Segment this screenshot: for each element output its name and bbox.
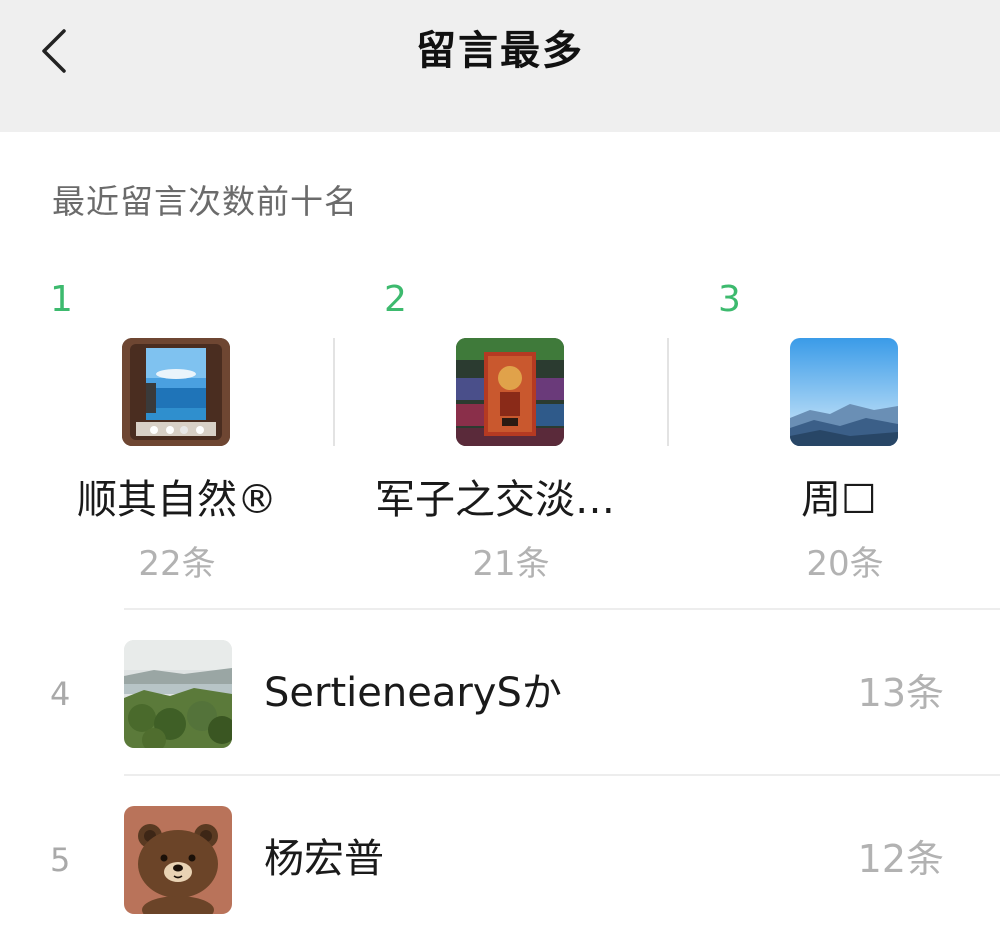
user-name: 周☐ — [801, 477, 877, 523]
rank-number: 1 — [50, 279, 73, 320]
top-three-podium: 1 顺其自然® 22条 2 军子之交淡… 21条 3 周☐ 20条 — [0, 280, 1000, 600]
comment-count: 22条 — [138, 544, 216, 584]
list-item[interactable]: 5 杨宏普 12条 — [0, 776, 1000, 938]
window-seascape-avatar[interactable] — [122, 338, 230, 446]
podium-item-3[interactable]: 3 周☐ 20条 — [668, 280, 1000, 600]
user-name: SertienearySか — [264, 670, 562, 716]
rank-number: 3 — [718, 279, 741, 320]
user-name: 杨宏普 — [264, 836, 384, 882]
comment-count: 12条 — [857, 837, 944, 881]
list-item[interactable]: 4 SertienearySか 13条 — [0, 610, 1000, 776]
user-name: 顺其自然® — [77, 477, 277, 523]
coastal-hills-avatar[interactable] — [124, 640, 232, 748]
user-name: 军子之交淡… — [375, 477, 615, 523]
rank-number: 5 — [50, 841, 71, 879]
rank-number: 4 — [50, 675, 71, 713]
comment-count: 13条 — [857, 671, 944, 715]
page-title: 留言最多 — [416, 28, 584, 74]
mountain-sky-avatar[interactable] — [790, 338, 898, 446]
section-title: 最近留言次数前十名 — [52, 182, 358, 221]
poster-collage-avatar[interactable] — [456, 338, 564, 446]
brown-bear-avatar[interactable] — [124, 806, 232, 914]
navigation-bar: 留言最多 — [0, 0, 1000, 132]
rank-number: 2 — [384, 279, 407, 320]
comment-count: 20条 — [806, 544, 884, 584]
comment-count: 21条 — [472, 544, 550, 584]
podium-item-2[interactable]: 2 军子之交淡… 21条 — [334, 280, 668, 600]
podium-item-1[interactable]: 1 顺其自然® 22条 — [0, 280, 334, 600]
